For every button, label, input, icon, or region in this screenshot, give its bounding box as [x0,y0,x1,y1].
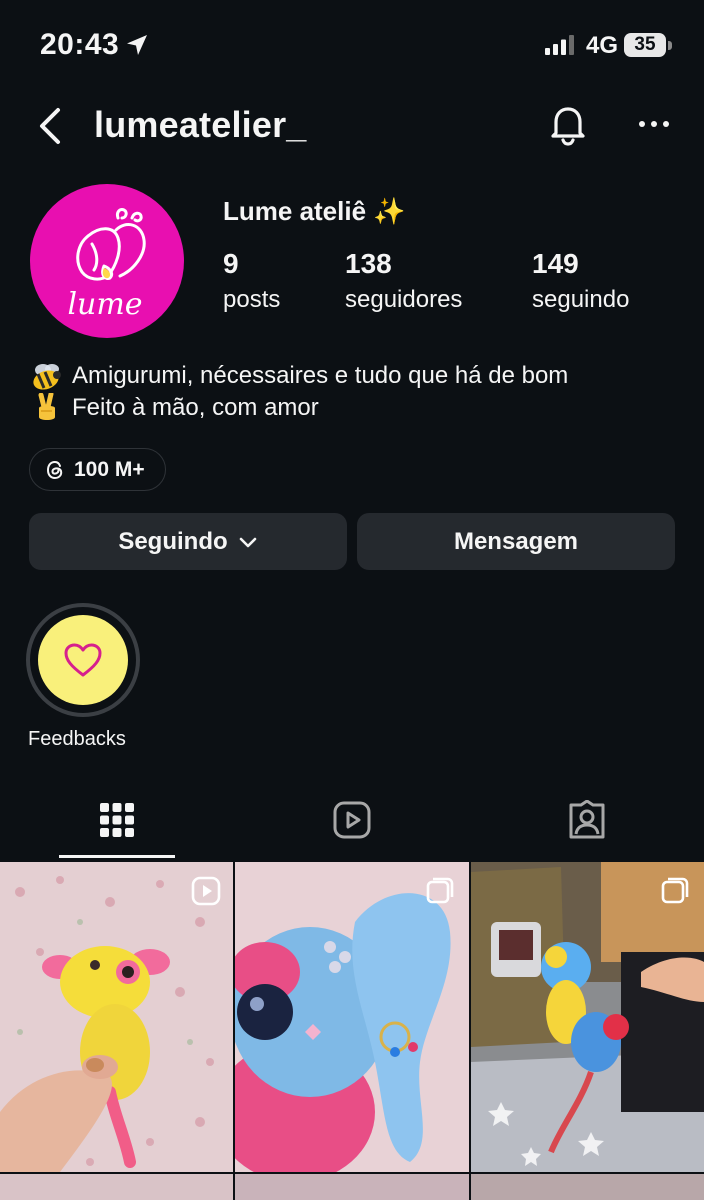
profile-bio: Amigurumi, nécessaires e tudo que há de … [30,360,568,424]
profile-avatar[interactable]: lume [30,184,184,338]
tab-reels[interactable] [235,790,469,860]
battery-level: 35 [634,34,656,55]
cellular-signal-icon [545,35,574,55]
stat-value: 138 [345,248,392,279]
post-thumbnail[interactable] [0,1174,233,1200]
threads-count: 100 M+ [74,457,145,481]
battery-icon: 35 [624,33,672,57]
threads-icon [46,460,63,479]
lume-logo-icon: lume [67,208,146,322]
stat-value: 9 [223,248,239,279]
reels-icon [333,801,371,839]
threads-badge[interactable]: 100 M+ [29,448,166,491]
highlight-cover [38,615,128,705]
notification-bell-icon[interactable] [544,100,592,148]
tab-tagged[interactable] [470,790,704,860]
stat-followers[interactable]: 138 seguidores [345,248,462,314]
active-tab-indicator [59,855,175,858]
bee-icon [33,364,61,390]
tab-posts-grid[interactable] [0,790,234,860]
post-photo [0,862,233,1172]
bio-line: Feito à mão, com amor [30,392,568,424]
highlight-label: Feedbacks [28,728,126,750]
stat-following[interactable]: 149 seguindo [532,248,629,314]
stat-label: seguindo [532,286,630,313]
highlight-feedbacks[interactable] [26,603,140,717]
stat-label: posts [223,286,281,313]
post-thumbnail[interactable] [235,1174,469,1200]
more-options-icon[interactable] [632,106,676,142]
post-thumbnail[interactable] [0,862,233,1172]
grid-icon [100,803,134,837]
heart-icon [64,643,102,677]
stat-label: seguidores [345,286,463,313]
message-button-label: Mensagem [453,527,579,555]
tagged-icon [569,800,605,839]
carousel-badge-icon [426,877,454,904]
status-bar: 20:43 4G 35 [0,0,704,90]
reel-badge-icon [191,876,221,906]
post-thumbnail[interactable] [235,862,469,1172]
stat-posts: 9 posts [223,248,280,314]
location-arrow-icon [127,35,147,55]
bio-text: Amigurumi, nécessaires e tudo que há de … [72,362,569,389]
chevron-down-icon [239,537,256,547]
profile-username: lumeatelier_ [94,104,307,145]
carousel-badge-icon [661,877,689,904]
stat-value: 149 [532,248,579,279]
bio-text: Feito à mão, com amor [72,394,319,421]
following-button[interactable]: Seguindo [29,513,347,570]
back-icon[interactable] [34,104,74,148]
victory-hand-icon [38,393,55,420]
bio-line: Amigurumi, nécessaires e tudo que há de … [30,360,568,392]
avatar-logo-text: lume [67,287,142,322]
post-photo [235,862,469,1172]
profile-display-name: Lume ateliê ✨ [223,196,406,226]
post-photo [471,862,704,1172]
network-type: 4G [586,32,619,59]
message-button[interactable]: Mensagem [357,513,675,570]
following-button-label: Seguindo [118,527,228,555]
post-thumbnail[interactable] [471,1174,704,1200]
status-time: 20:43 [40,28,120,61]
post-thumbnail[interactable] [471,862,704,1172]
